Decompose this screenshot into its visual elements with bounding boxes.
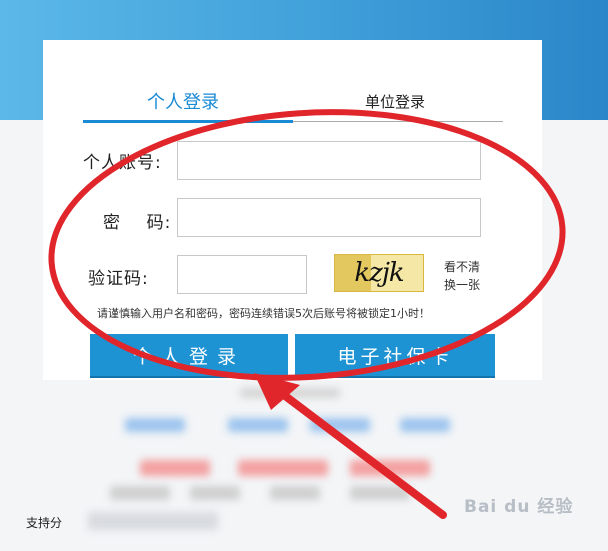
captcha-input[interactable]: [177, 255, 307, 294]
blurred-text: [270, 486, 320, 500]
blurred-badge: [238, 460, 328, 476]
login-tabs: 个人登录 单位登录: [83, 84, 503, 124]
footer-blurred-text: [88, 512, 218, 530]
blurred-badge: [350, 460, 430, 476]
password-label: 密 码:: [103, 213, 172, 233]
watermark: Bai du 经验: [464, 497, 574, 517]
tab-active-indicator: [83, 120, 293, 123]
social-security-card-button[interactable]: 电子社保卡: [295, 334, 495, 376]
refresh-line-1: 看不清: [444, 260, 481, 274]
blurred-text: [110, 486, 170, 500]
personal-login-button[interactable]: 个人登录: [90, 334, 288, 376]
blurred-text: [190, 486, 240, 500]
blurred-link: [400, 418, 450, 432]
blurred-text: [240, 388, 340, 398]
blurred-link: [228, 418, 288, 432]
blurred-link: [310, 418, 370, 432]
tab-personal-login[interactable]: 个人登录: [147, 88, 219, 114]
captcha-image[interactable]: kzjk: [334, 254, 424, 292]
blurred-text: [350, 486, 410, 500]
tab-company-login[interactable]: 单位登录: [365, 91, 425, 112]
refresh-captcha-link[interactable]: 看不清 换一张: [444, 258, 480, 294]
blurred-link: [125, 418, 185, 432]
password-input[interactable]: [177, 198, 481, 237]
refresh-line-2: 换一张: [444, 278, 481, 292]
blurred-badge: [140, 460, 210, 476]
account-input[interactable]: [177, 141, 481, 180]
captcha-text: kzjk: [354, 258, 404, 288]
account-label: 个人账号:: [83, 153, 162, 173]
captcha-label: 验证码:: [88, 269, 149, 289]
footer-text: 支持分: [26, 516, 63, 530]
lockout-notice: 请谨慎输入用户名和密码，密码连续错误5次后账号将被锁定1小时！: [97, 307, 430, 320]
